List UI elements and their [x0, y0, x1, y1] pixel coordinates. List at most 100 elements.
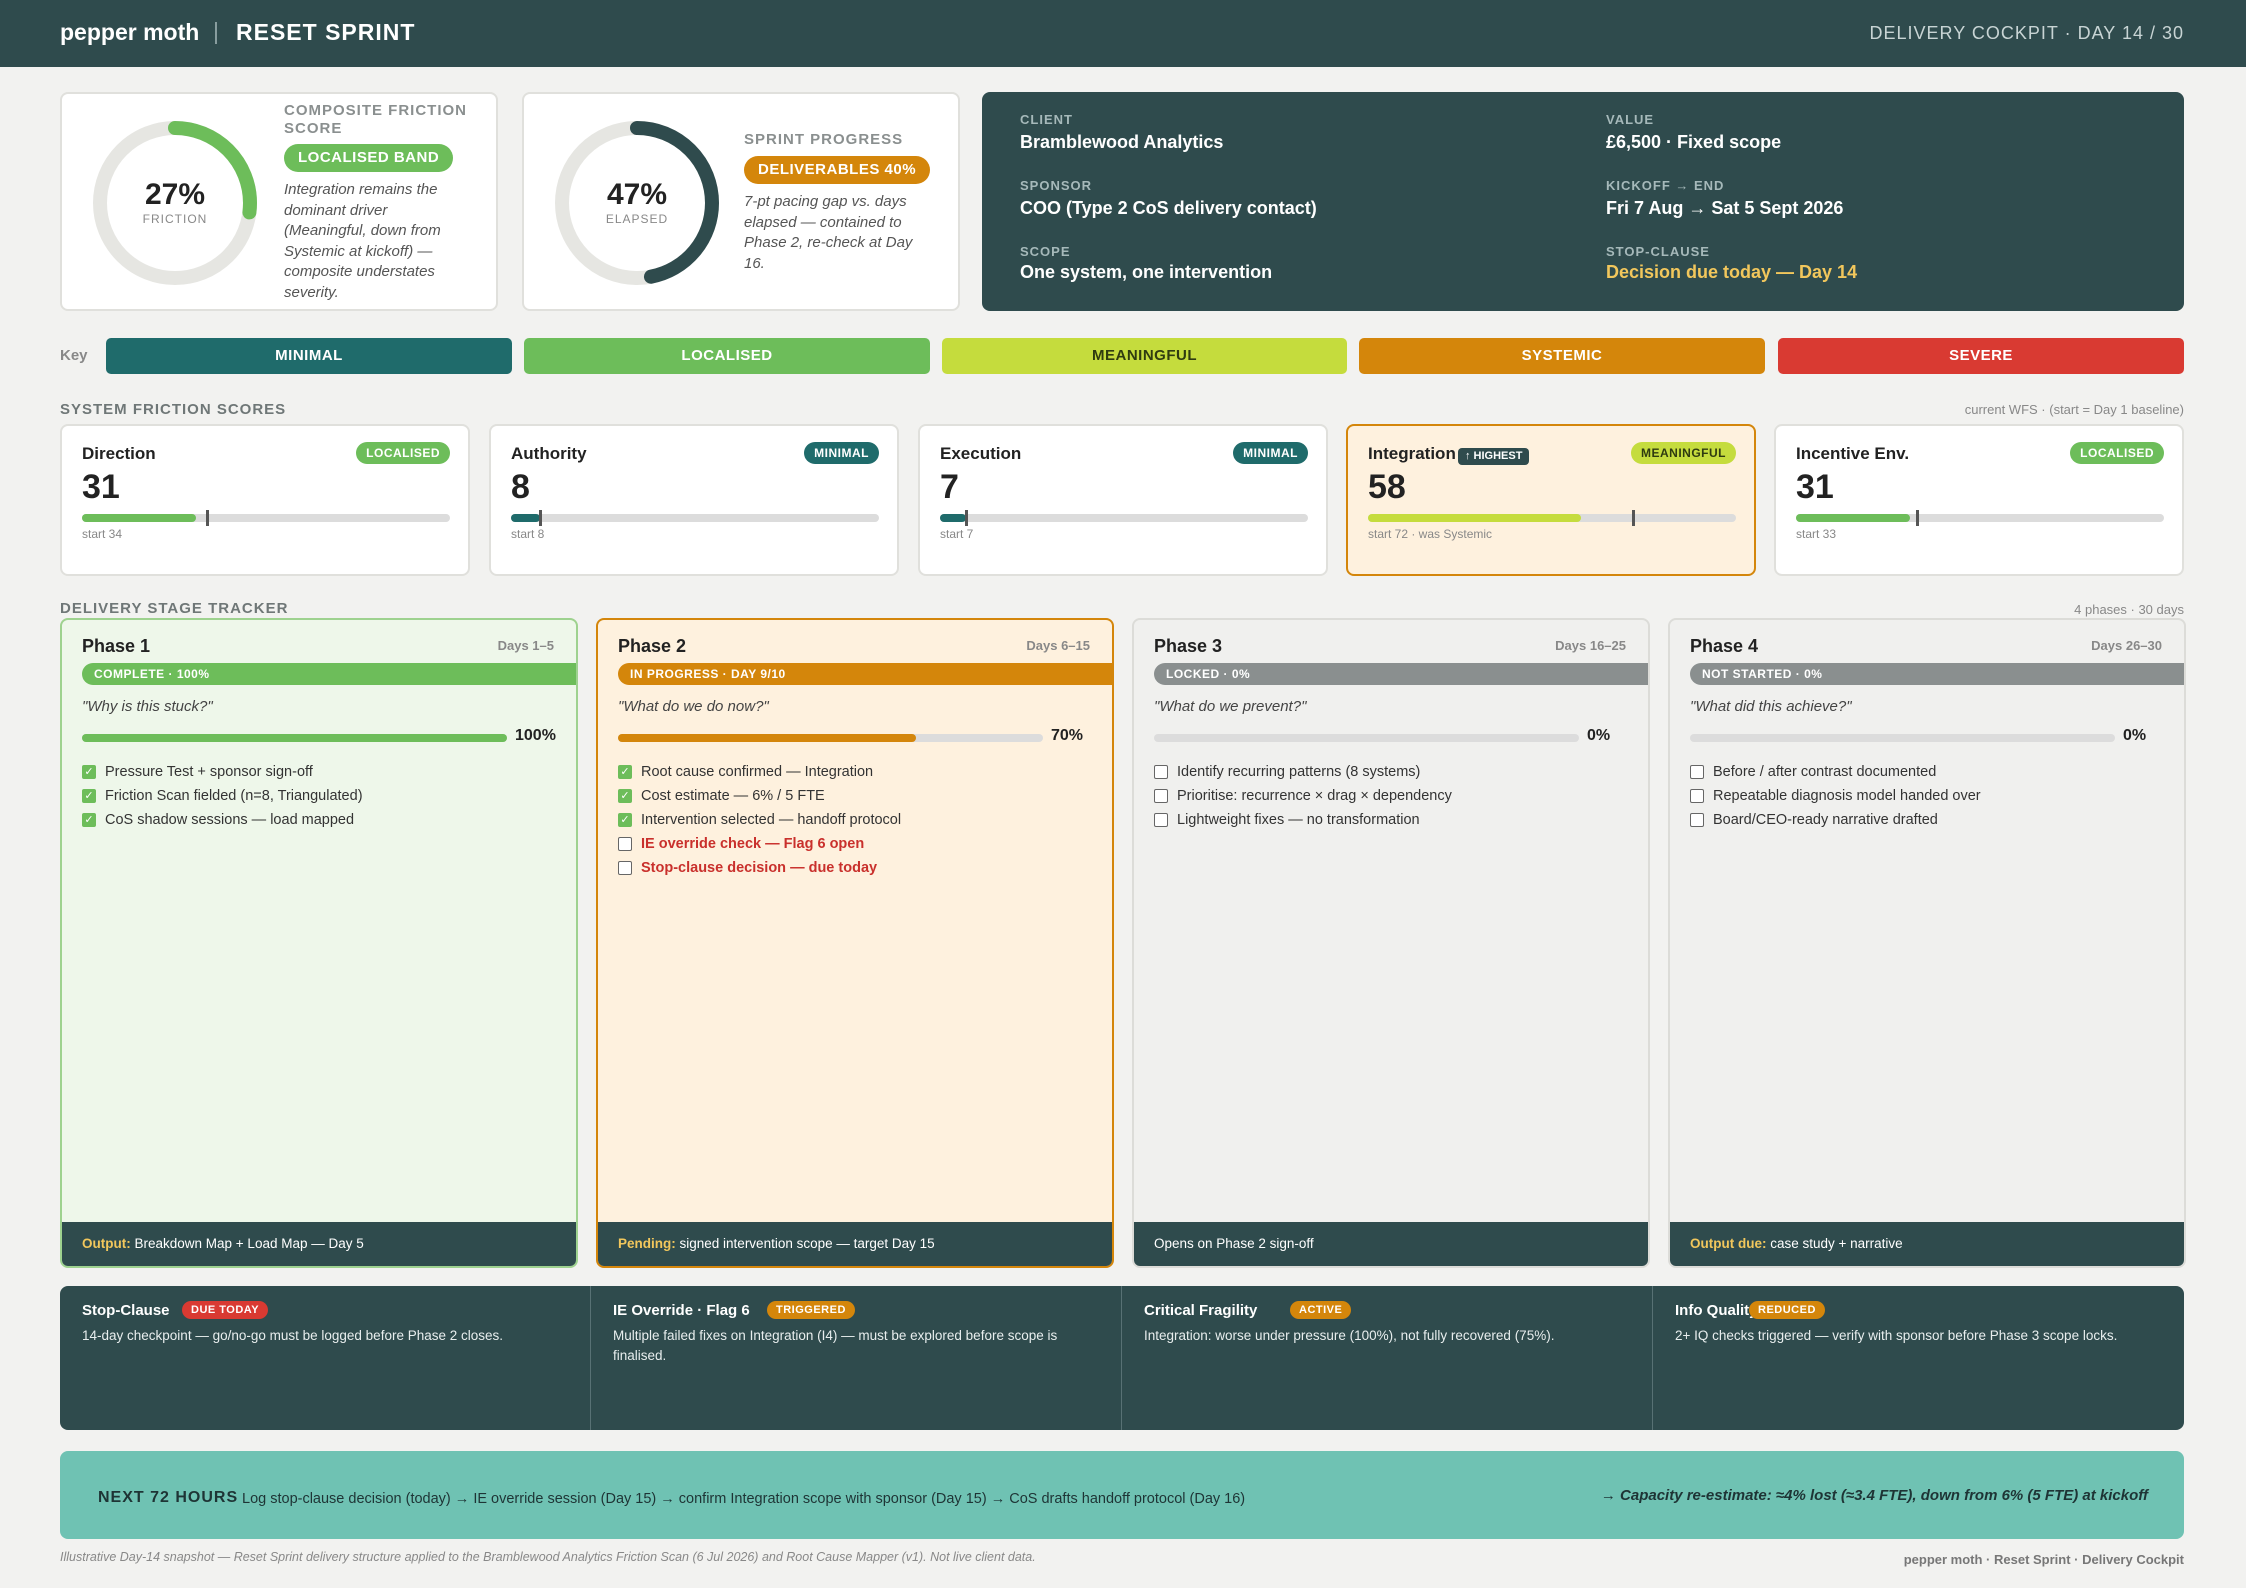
phase-footer-text: Breakdown Map + Load Map — Day 5 — [134, 1236, 364, 1251]
phase-title: Phase 3 — [1154, 636, 1223, 656]
flag-critical-fragility[interactable]: Critical Fragility ACTIVE Integration: w… — [1122, 1286, 1653, 1430]
system-card-authority[interactable]: Authority MINIMAL 8 start 8 — [489, 424, 899, 576]
phase-column-1[interactable]: Phase 1 Days 1–5 COMPLETE · 100% "Why is th… — [60, 618, 578, 1268]
contract-value: £6,500 · Fixed scope — [1606, 132, 1782, 152]
checklist-item: Repeatable diagnosis model handed over — [1690, 784, 1981, 808]
start-marker — [539, 510, 543, 526]
next-72-actions: Log stop-clause decision (today) → IE ov… — [242, 1491, 1246, 1507]
system-score: 7 — [940, 468, 959, 506]
score-bar — [1796, 510, 2164, 526]
flag-description: 14-day checkpoint — go/no-go must be log… — [82, 1328, 504, 1343]
friction-percent: 27% — [144, 178, 206, 211]
checked-checkbox-icon[interactable]: ✓ — [618, 813, 632, 827]
phase-footer-label: Output due: — [1690, 1236, 1767, 1251]
progress-sub-label: ELAPSED — [605, 212, 669, 226]
system-card-execution[interactable]: Execution MINIMAL 7 start 7 — [918, 424, 1328, 576]
client-value: Bramblewood Analytics — [1020, 132, 1224, 152]
start-marker — [1916, 510, 1920, 526]
empty-checkbox-icon[interactable] — [1690, 813, 1704, 827]
phase-status-bar: IN PROGRESS · DAY 9/10 — [618, 663, 1112, 685]
system-card-integration[interactable]: Integration ↑ HIGHEST MEANINGFUL 58 star… — [1346, 424, 1756, 576]
empty-checkbox-icon[interactable] — [1690, 789, 1704, 803]
brand-name: pepper moth — [60, 19, 200, 45]
key-localised: LOCALISED — [524, 338, 930, 374]
empty-checkbox-icon[interactable] — [1690, 765, 1704, 779]
footer-disclaimer: Illustrative Day-14 snapshot — Reset Spr… — [60, 1550, 1036, 1564]
top-bar: pepper moth | RESET SPRINT DELIVERY COCK… — [0, 0, 2246, 67]
flag-description: Integration: worse under pressure (100%)… — [1144, 1328, 1555, 1343]
start-label: start 7 — [940, 527, 974, 541]
start-label: start 34 — [82, 527, 123, 541]
flag-title: Info Quality — [1675, 1302, 1758, 1319]
flag-badge: TRIGGERED — [767, 1301, 855, 1319]
system-card-incentive-env[interactable]: Incentive Env. LOCALISED 31 start 33 — [1774, 424, 2184, 576]
phase-question: "Why is this stuck?" — [82, 698, 213, 715]
checked-checkbox-icon[interactable]: ✓ — [82, 789, 96, 803]
next-72-hours-panel: NEXT 72 HOURS Log stop-clause decision (… — [60, 1451, 2184, 1539]
flag-stop-clause[interactable]: Stop-Clause DUE TODAY 14-day checkpoint … — [60, 1286, 591, 1430]
phase-percent: 0% — [2123, 727, 2147, 744]
client-info-panel: CLIENT Bramblewood Analytics VALUE £6,50… — [982, 92, 2184, 311]
phase-footer-text: signed intervention scope — target Day 1… — [679, 1236, 935, 1251]
checklist-item-text: Root cause confirmed — Integration — [641, 764, 874, 780]
phase-progress-fill — [618, 734, 916, 742]
cockpit-day-label: DELIVERY COCKPIT · DAY 14 / 30 — [1869, 23, 2184, 43]
phase-question: "What do we do now?" — [618, 698, 769, 715]
phase-footer: Opens on Phase 2 sign-off — [1134, 1222, 1648, 1266]
phase-column-3[interactable]: Phase 3 Days 16–25 LOCKED · 0% "What do we … — [1132, 618, 1650, 1268]
checklist-item: Prioritise: recurrence × drag × dependen… — [1154, 784, 1452, 808]
system-score: 8 — [511, 468, 530, 506]
band-badge: MEANINGFUL — [1631, 442, 1736, 464]
progress-title: SPRINT PROGRESS — [744, 131, 904, 148]
score-bar-fill — [1796, 514, 1911, 522]
checked-checkbox-icon[interactable]: ✓ — [82, 765, 96, 779]
empty-checkbox-icon[interactable] — [1154, 789, 1168, 803]
band-badge: LOCALISED — [2070, 442, 2164, 464]
progress-percent: 47% — [606, 178, 668, 211]
scope-value: One system, one intervention — [1020, 262, 1273, 282]
flag-ie-override[interactable]: IE Override · Flag 6 TRIGGERED Multiple … — [591, 1286, 1122, 1430]
phase-status-bar: NOT STARTED · 0% — [1690, 663, 2184, 685]
flag-badge: DUE TODAY — [182, 1301, 269, 1319]
flag-title: IE Override · Flag 6 — [613, 1302, 750, 1319]
checked-checkbox-icon[interactable]: ✓ — [82, 813, 96, 827]
stop-clause-label: STOP-CLAUSE — [1606, 244, 1710, 259]
friction-note: Integration remains the dominant driver … — [284, 181, 441, 301]
checklist-item: Identify recurring patterns (8 systems) — [1154, 760, 1452, 784]
phase-checklist: ✓ Pressure Test + sponsor sign-off ✓ Fricti… — [82, 760, 363, 832]
flag-badge: REDUCED — [1749, 1301, 1825, 1319]
phase-progress-fill — [82, 734, 507, 742]
system-card-direction[interactable]: Direction LOCALISED 31 start 34 — [60, 424, 470, 576]
next-72-label: NEXT 72 HOURS — [98, 1489, 239, 1506]
checked-checkbox-icon[interactable]: ✓ — [618, 789, 632, 803]
empty-checkbox-icon[interactable] — [618, 837, 632, 851]
empty-checkbox-icon[interactable] — [618, 861, 632, 875]
checked-checkbox-icon[interactable]: ✓ — [618, 765, 632, 779]
phase-days: Days 1–5 — [497, 638, 554, 653]
key-label: Key — [60, 347, 88, 364]
flag-title: Stop-Clause — [82, 1302, 170, 1319]
deliverables-badge: DELIVERABLES 40% — [744, 156, 931, 184]
system-scores-title: SYSTEM FRICTION SCORES — [60, 401, 287, 418]
phase-days: Days 6–15 — [1026, 638, 1090, 653]
phase-footer: Output: Breakdown Map + Load Map — Day 5 — [62, 1222, 576, 1266]
phase-column-2[interactable]: Phase 2 Days 6–15 IN PROGRESS · DAY 9/10 "W… — [596, 618, 1114, 1268]
phase-footer-label: Pending: — [618, 1236, 676, 1251]
phase-title: Phase 4 — [1690, 636, 1759, 656]
band-badge: MINIMAL — [804, 442, 879, 464]
empty-checkbox-icon[interactable] — [1154, 765, 1168, 779]
highest-tag: ↑ HIGHEST — [1458, 448, 1530, 465]
checklist-item: Stop-clause decision — due today — [618, 856, 901, 880]
system-scores-meta: current WFS · (start = Day 1 baseline) — [1964, 402, 2184, 417]
phase-days: Days 26–30 — [2091, 638, 2162, 653]
flag-info-quality[interactable]: Info Quality REDUCED 2+ IQ checks trigge… — [1653, 1286, 2184, 1430]
scope-label: SCOPE — [1020, 244, 1071, 259]
checklist-item: IE override check — Flag 6 open — [618, 832, 901, 856]
phase-title: Phase 1 — [82, 636, 151, 656]
empty-checkbox-icon[interactable] — [1154, 813, 1168, 827]
phase-column-4[interactable]: Phase 4 Days 26–30 NOT STARTED · 0% "What d… — [1668, 618, 2186, 1268]
checklist-item: ✓ Pressure Test + sponsor sign-off — [82, 760, 363, 784]
phase-percent: 0% — [1587, 727, 1611, 744]
phase-question: "What did this achieve?" — [1690, 698, 1852, 715]
phase-question: "What do we prevent?" — [1154, 698, 1307, 715]
